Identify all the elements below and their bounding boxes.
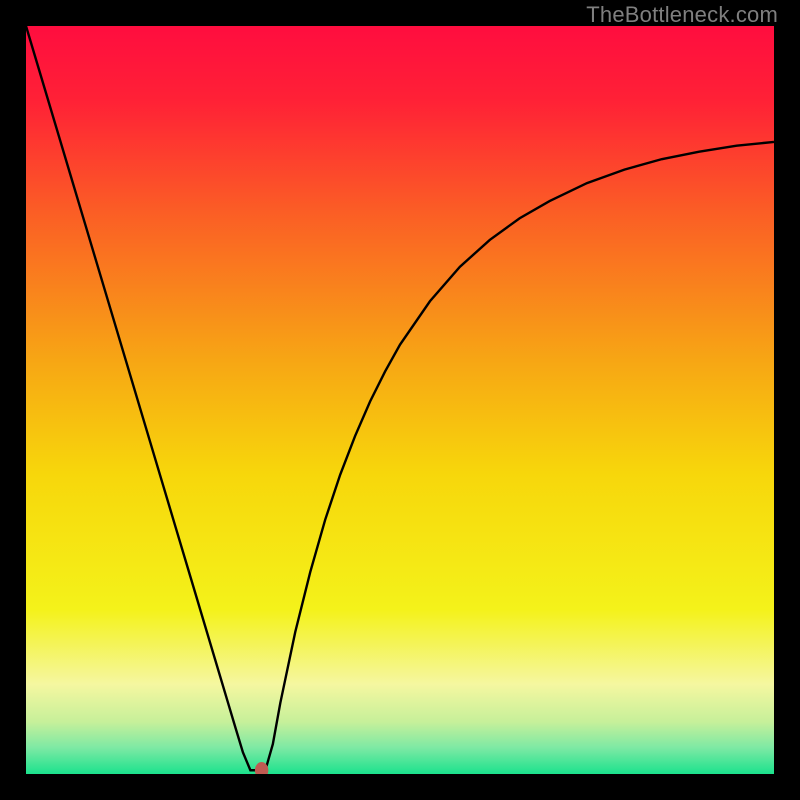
bottleneck-chart <box>26 26 774 774</box>
plot-area <box>26 26 774 774</box>
watermark-text: TheBottleneck.com <box>586 2 778 28</box>
chart-container: TheBottleneck.com <box>0 0 800 800</box>
